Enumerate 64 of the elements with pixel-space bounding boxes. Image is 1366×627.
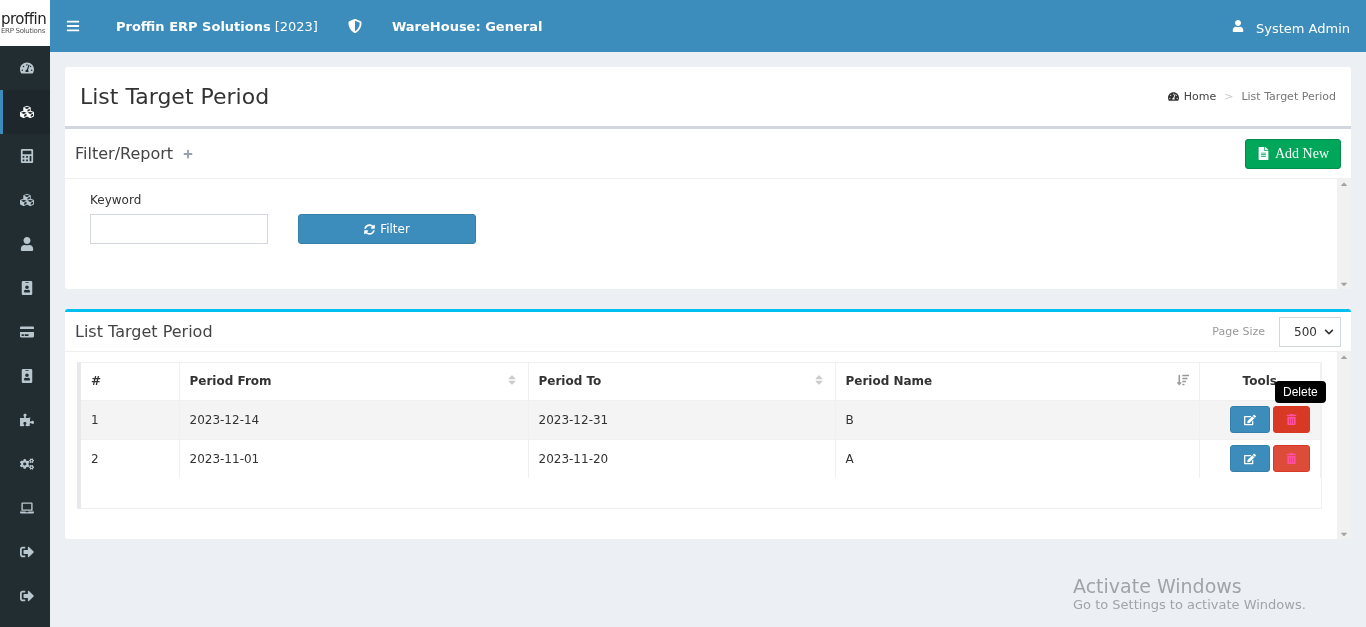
table-cell: A — [835, 439, 1199, 478]
section-title: Filter/Report — [75, 144, 174, 163]
notice-text: Go to Settings to activate Windows. — [1073, 597, 1307, 612]
document-icon — [1256, 147, 1270, 160]
delete-button[interactable] — [1273, 445, 1310, 473]
table-row[interactable]: 2 2023-11-01 2023-11-20 A — [81, 439, 1321, 478]
scrollbar[interactable] — [1337, 352, 1351, 539]
notice-title: Activate Windows — [1073, 575, 1243, 597]
breadcrumb-separator: > — [1224, 90, 1234, 103]
table-cell: 2023-12-31 — [528, 400, 835, 439]
trash-icon — [1286, 453, 1297, 465]
user-icon — [19, 237, 34, 251]
tooltip: Delete — [1275, 381, 1326, 403]
logo-text: proffin — [1, 11, 48, 27]
menu-icon[interactable] — [66, 19, 80, 33]
scrollbar[interactable] — [1337, 179, 1351, 289]
shield-icon[interactable] — [347, 19, 362, 33]
card-icon — [19, 325, 34, 339]
edit-icon — [1244, 452, 1256, 465]
table-cell: 2023-12-14 — [179, 400, 528, 439]
laptop-icon — [19, 501, 34, 515]
cubes-icon — [19, 105, 34, 119]
badge-icon — [19, 369, 34, 383]
page-size-label: Page Size — [1212, 325, 1265, 338]
column-header[interactable]: # — [81, 363, 179, 400]
cubes-icon — [19, 193, 34, 207]
puzzle-icon — [19, 413, 34, 427]
badge-icon — [19, 281, 34, 295]
table-cell: 2023-11-01 — [179, 439, 528, 478]
keyword-label: Keyword — [90, 193, 143, 207]
column-header[interactable]: Period From — [179, 363, 528, 400]
breadcrumb-item: List Target Period — [1241, 90, 1336, 103]
calculator-icon — [19, 149, 34, 163]
sort-icon[interactable] — [1176, 374, 1189, 387]
exit-icon — [19, 589, 34, 603]
filter-button[interactable]: Filter — [298, 214, 476, 244]
table-cell: 1 — [81, 400, 179, 439]
warehouse-label: WareHouse: General — [391, 18, 543, 34]
app-year: [2023] — [274, 18, 318, 34]
keyword-input[interactable] — [90, 214, 268, 244]
refresh-icon — [364, 223, 376, 235]
chevron-down-icon — [1324, 326, 1334, 337]
table-cell: 2 — [81, 439, 179, 478]
table-cell: B — [835, 400, 1199, 439]
exit-icon — [19, 545, 34, 559]
trash-icon — [1286, 414, 1297, 425]
column-header[interactable]: Period Name — [835, 363, 1199, 400]
table-cell: 2023-11-20 — [528, 439, 835, 478]
user-name[interactable]: System Admin — [1255, 20, 1350, 36]
edit-button[interactable] — [1230, 445, 1270, 473]
user-icon — [1231, 20, 1244, 32]
edit-icon — [1244, 413, 1256, 426]
page-title: List Target Period — [80, 84, 271, 109]
breadcrumb-item[interactable]: Home — [1183, 90, 1217, 103]
dashboard-icon — [1167, 91, 1179, 102]
sidebar-item[interactable] — [0, 90, 50, 134]
app-name: Proffin ERP Solutions — [116, 18, 271, 34]
edit-button[interactable] — [1230, 406, 1270, 433]
section-title: List Target Period — [75, 322, 213, 341]
expand-icon[interactable] — [183, 148, 194, 159]
dashboard-icon — [19, 61, 34, 75]
gears-icon — [19, 457, 34, 471]
column-header[interactable]: Period To — [528, 363, 835, 400]
page-size-select[interactable]: 500 — [1279, 316, 1341, 347]
